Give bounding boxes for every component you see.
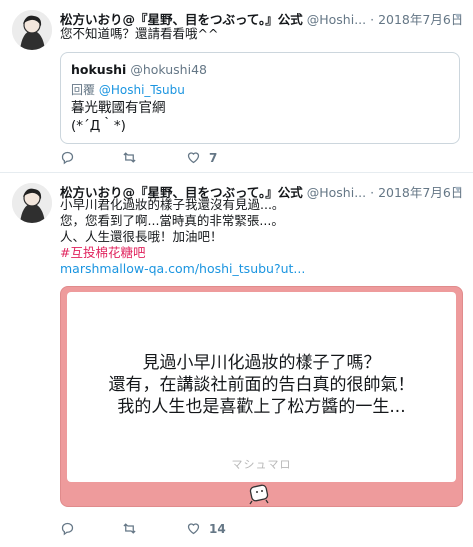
marshmallow-mascot-icon [249,484,269,505]
quoted-reply-line: 回覆 @Hoshi_Tsubu [71,81,185,98]
hashtag-link[interactable]: #互投棉花糖吧 [60,245,461,261]
timestamp[interactable]: 2018年7月6日 [378,12,463,27]
like-count: 14 [209,521,226,536]
reply-to-handle[interactable]: @Hoshi_Tsubu [99,83,185,97]
like-button[interactable]: 7 [186,150,217,165]
retweet-icon [123,523,136,534]
quoted-body: 暮光戰國有官網 (*´Д｀*) [71,99,166,135]
tweet-text-line: 小早川君化過妝的樣子我還沒有見過...。 [60,197,285,212]
like-icon [187,523,200,535]
avatar[interactable] [12,10,52,50]
tweet-text-line: 您不知道嗎？還請看看哦^^ [60,26,219,41]
retweet-icon [123,152,136,163]
quoted-tweet[interactable]: hokushi @hokushi48 回覆 @Hoshi_Tsubu 暮光戰國有… [60,52,460,144]
quoted-author-handle: @hokushi48 [130,62,207,77]
quoted-author: hokushi @hokushi48 [71,62,207,77]
quoted-body-line: (*´Д｀*) [71,118,126,134]
chevron-down-icon[interactable]: ▾ [455,9,461,23]
separator: · [370,12,375,27]
like-button[interactable]: 14 [186,521,226,536]
tweet-text: 小早川君化過妝的樣子我還沒有見過...。 您，您看到了啊...當時真的非常緊張.… [60,197,461,277]
tweet-text-line: 人、人生還很長哦！加油吧！ [60,229,223,244]
quoted-author-name: hokushi [71,62,127,77]
card-message-line: 還有，在講談社前面的告白真的很帥氣！ [108,375,415,395]
reply-button[interactable] [60,521,83,536]
card-brand: マシュマロ [231,458,292,471]
card-message-line: 見過小早川化過妝的樣子了嗎？ [142,353,381,373]
reply-icon [61,151,74,165]
tweet-text: 您不知道嗎？還請看看哦^^ [60,26,461,42]
card-message-line: 我的人生也是喜歡上了松方醬的一生... [117,397,406,417]
like-count: 7 [209,150,218,165]
timeline-feed: 松方いおり@『星野、目をつぶって。』公式 @Hoshi... · 2018年7月… [0,0,473,547]
tweet[interactable]: 松方いおり@『星野、目をつぶって。』公式 @Hoshi... · 2018年7月… [0,173,473,547]
retweet-button[interactable] [122,150,145,165]
reply-prefix: 回覆 [71,83,96,97]
card-message: 見過小早川化過妝的樣子了嗎？ 還有，在講談社前面的告白真的很帥氣！ 我的人生也是… [67,352,456,418]
reply-icon [61,522,74,536]
url-link[interactable]: marshmallow-qa.com/hoshi_tsubu?ut... [60,261,461,277]
card-message-panel: 見過小早川化過妝的樣子了嗎？ 還有，在講談社前面的告白真的很帥氣！ 我的人生也是… [67,292,456,482]
tweet-text-line: 您，您看到了啊...當時真的非常緊張...。 [60,213,284,228]
like-icon [187,152,200,164]
marshmallow-card[interactable]: 見過小早川化過妝的樣子了嗎？ 還有，在講談社前面的告白真的很帥氣！ 我的人生也是… [60,286,463,507]
reply-button[interactable] [60,150,83,165]
tweet[interactable]: 松方いおり@『星野、目をつぶって。』公式 @Hoshi... · 2018年7月… [0,0,473,173]
chevron-down-icon[interactable]: ▾ [455,182,461,196]
avatar[interactable] [12,183,52,223]
retweet-button[interactable] [122,521,145,536]
author-handle[interactable]: @Hoshi... [307,12,366,27]
tweet-header: 松方いおり@『星野、目をつぶって。』公式 @Hoshi... · 2018年7月… [60,9,463,27]
quoted-body-line: 暮光戰國有官網 [71,100,166,116]
author-name[interactable]: 松方いおり@『星野、目をつぶって。』公式 [60,12,303,27]
